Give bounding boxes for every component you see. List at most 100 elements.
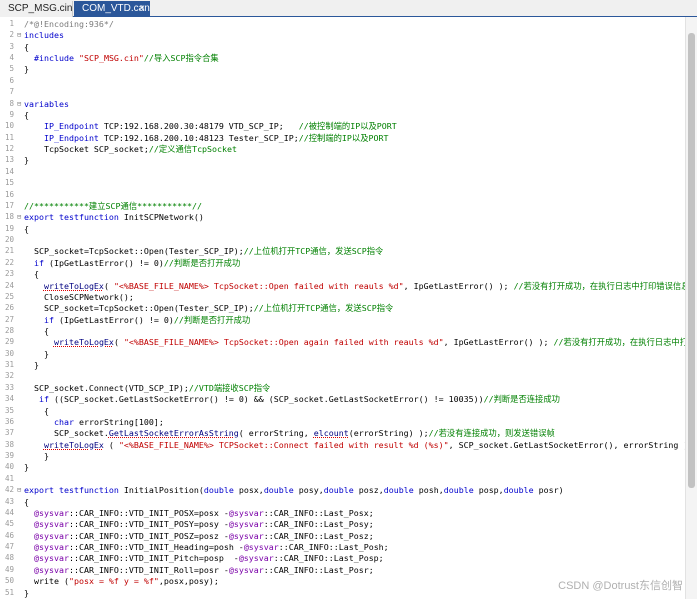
code-line[interactable]: 18 ⊟ export testfunction InitSCPNetwork() [0, 211, 686, 223]
vertical-scrollbar[interactable] [685, 17, 697, 599]
code-token: write ( [24, 576, 69, 587]
code-token: export testfunction [24, 485, 119, 496]
code-line[interactable]: 34 if ((SCP_socket.GetLastSocketError() … [0, 393, 686, 405]
code-token: "<%BASE_FILE_NAME%> TCPSocket::Connect f… [118, 439, 449, 450]
code-token: //判断是否打开成功 [173, 314, 251, 325]
code-text: { [24, 109, 29, 121]
close-icon[interactable]: × [139, 1, 145, 16]
line-number: 16 [4, 189, 14, 199]
code-line[interactable]: 17 //***********建立SCP通信***********// [0, 200, 686, 212]
code-token: ( [103, 439, 119, 450]
code-line[interactable]: 38 writeToLogEx ( "<%BASE_FILE_NAME%> TC… [0, 439, 686, 451]
code-line[interactable]: 30 } [0, 348, 686, 360]
code-line[interactable]: 2 ⊟ includes [0, 29, 686, 41]
code-line[interactable]: 28 { [0, 325, 686, 337]
code-token: double [443, 485, 474, 496]
code-line[interactable]: 24 writeToLogEx( "<%BASE_FILE_NAME%> Tcp… [0, 280, 686, 292]
code-token: } [24, 348, 49, 359]
code-line[interactable]: 40} [0, 461, 686, 473]
code-line[interactable]: 33 SCP_socket.Connect(VTD_SCP_IP);//VTD端… [0, 382, 686, 394]
code-line[interactable]: 39 } [0, 450, 686, 462]
code-token: } [24, 360, 39, 371]
code-line[interactable]: 44 @sysvar::CAR_INFO::VTD_INIT_POSX=posx… [0, 507, 686, 519]
code-line[interactable]: 22 if (IpGetLastError() != 0)//判断是否打开成功 [0, 257, 686, 269]
code-line[interactable]: 35 { [0, 405, 686, 417]
code-token: { [24, 223, 29, 234]
line-number: 43 [4, 496, 14, 506]
code-line[interactable]: 4 #include "SCP_MSG.cin"//导入SCP指令合集 [0, 52, 686, 64]
line-number: 50 [4, 576, 14, 586]
code-line[interactable]: 10 IP_Endpoint TCP:192.168.200.30:48179 … [0, 120, 686, 132]
line-number: 18 [4, 212, 14, 222]
code-line[interactable]: 8 ⊟ variables [0, 98, 686, 110]
line-number: 10 [4, 121, 14, 131]
code-line[interactable]: 15 [0, 177, 686, 189]
code-line[interactable]: 43 { [0, 496, 686, 508]
code-text: SCP_socket=TcpSocket::Open(Tester_SCP_IP… [24, 302, 393, 314]
code-line[interactable]: 37 SCP_socket.GetLastSocketErrorAsString… [0, 427, 686, 439]
code-line[interactable]: 5} [0, 63, 686, 75]
code-line[interactable]: 3{ [0, 41, 686, 53]
code-line[interactable]: 21 SCP_socket=TcpSocket::Open(Tester_SCP… [0, 245, 686, 257]
code-token: @sysvar [228, 519, 264, 530]
code-text: } [24, 450, 49, 462]
code-line[interactable]: 16 [0, 189, 686, 201]
code-line[interactable]: 13} [0, 154, 686, 166]
code-text: } [24, 348, 49, 360]
code-line[interactable]: 48 @sysvar::CAR_INFO::VTD_INIT_Pitch=pos… [0, 552, 686, 564]
code-token: variables [24, 98, 69, 109]
code-token: double [323, 485, 354, 496]
code-line[interactable]: 14 [0, 166, 686, 178]
code-line[interactable]: 49 @sysvar::CAR_INFO::VTD_INIT_Roll=posr… [0, 564, 686, 576]
fold-icon[interactable]: ⊟ [17, 29, 23, 41]
code-token: posz, [353, 485, 384, 496]
code-line[interactable]: 7 [0, 86, 686, 98]
code-token: @sysvar [238, 553, 274, 564]
fold-icon[interactable]: ⊟ [17, 98, 23, 110]
code-line[interactable]: 47 @sysvar::CAR_INFO::VTD_INIT_Heading=p… [0, 541, 686, 553]
code-token: //判断是否打开成功 [163, 257, 241, 268]
code-line[interactable]: 42 ⊟ export testfunction InitialPosition(d… [0, 484, 686, 496]
tab-com-vtd[interactable]: COM_VTD.can × [74, 1, 150, 17]
line-number: 21 [4, 246, 14, 256]
code-line[interactable]: 36 char errorString[100]; [0, 416, 686, 428]
code-token: { [24, 325, 49, 336]
code-token: #include [34, 53, 79, 64]
code-line[interactable]: 12 TcpSocket SCP_socket;//定义通信TcpSocket [0, 143, 686, 155]
code-line[interactable]: 19 { [0, 223, 686, 235]
code-token: posy, [293, 485, 324, 496]
code-editor[interactable]: 1/*@!Encoding:936*/2 ⊟ includes 3{4 #includ… [0, 17, 686, 599]
line-number: 30 [4, 348, 14, 358]
code-text: @sysvar::CAR_INFO::VTD_INIT_Heading=posh… [24, 541, 389, 553]
code-line[interactable]: 11 IP_Endpoint TCP:192.168.200.10:48123 … [0, 132, 686, 144]
code-token: @sysvar [34, 519, 69, 530]
tab-scp-msg[interactable]: SCP_MSG.cin [0, 1, 73, 17]
fold-icon[interactable]: ⊟ [17, 211, 23, 223]
scrollbar-thumb[interactable] [688, 33, 695, 488]
code-line[interactable]: 45 @sysvar::CAR_INFO::VTD_INIT_POSY=posy… [0, 518, 686, 530]
code-line[interactable]: 31 } [0, 359, 686, 371]
code-line[interactable]: 41 [0, 473, 686, 485]
code-line[interactable]: 25 CloseSCPNetwork(); [0, 291, 686, 303]
line-number: 47 [4, 542, 14, 552]
code-token: //若没有打开成功，在执行日志中打印错误信息 [513, 280, 686, 291]
line-number: 20 [4, 235, 14, 245]
code-line[interactable]: 46 @sysvar::CAR_INFO::VTD_INIT_POSZ=posz… [0, 530, 686, 542]
line-number: 44 [4, 507, 14, 517]
code-line[interactable]: 29 writeToLogEx( "<%BASE_FILE_NAME%> Tcp… [0, 336, 686, 348]
fold-icon[interactable]: ⊟ [17, 484, 23, 496]
code-token: @sysvar [228, 564, 264, 575]
code-line[interactable]: 27 if (IpGetLastError() != 0)//判断是否打开成功 [0, 314, 686, 326]
code-line[interactable]: 23 { [0, 268, 686, 280]
code-line[interactable]: 26 SCP_socket=TcpSocket::Open(Tester_SCP… [0, 302, 686, 314]
code-line[interactable]: 6 [0, 75, 686, 87]
code-line[interactable]: 9{ [0, 109, 686, 121]
code-line[interactable]: 1 /*@!Encoding:936*/ [0, 18, 686, 30]
code-line[interactable]: 32 [0, 370, 686, 382]
code-line[interactable]: 20 [0, 234, 686, 246]
line-number: 13 [4, 155, 14, 165]
